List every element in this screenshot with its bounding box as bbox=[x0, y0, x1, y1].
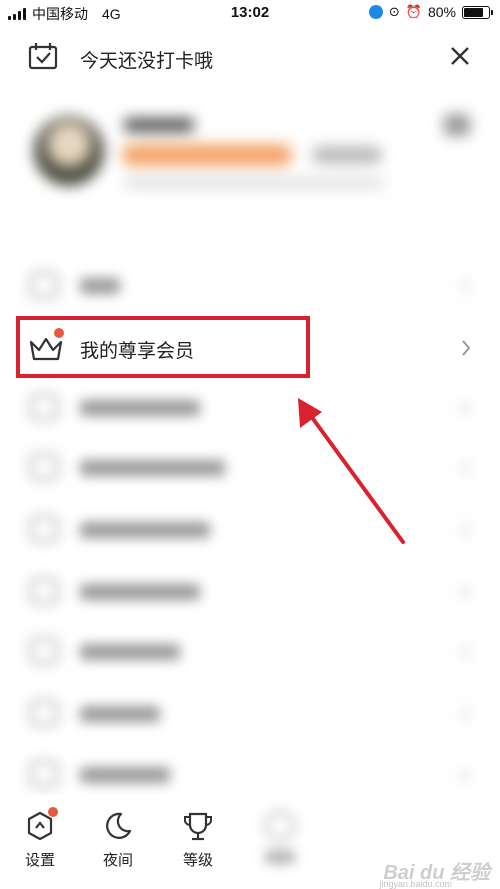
menu-row-icon bbox=[30, 454, 58, 480]
chevron-right-icon bbox=[462, 340, 471, 356]
tab-level[interactable]: 等级 bbox=[168, 809, 228, 870]
profile-info-blurred bbox=[124, 178, 384, 188]
rotation-lock-icon: ⊙ bbox=[388, 4, 400, 19]
bottom-bar: 设置 夜间 等级 Bai du 经验 jingyan.baidu.com bbox=[0, 795, 500, 889]
menu-row-text-blurred bbox=[80, 767, 170, 783]
menu-row-text-blurred bbox=[80, 584, 200, 600]
menu-row-blurred[interactable] bbox=[0, 562, 500, 622]
checkin-title[interactable]: 今天还没打卡哦 bbox=[80, 46, 213, 73]
chevron-right-icon bbox=[461, 461, 470, 475]
member-tag-blurred bbox=[312, 146, 382, 164]
battery-icon bbox=[462, 5, 493, 19]
chevron-right-icon bbox=[461, 645, 470, 659]
menu-row-icon bbox=[30, 516, 58, 542]
menu-row-icon bbox=[30, 761, 58, 787]
chevron-right-icon bbox=[461, 401, 470, 415]
menu-row-blurred[interactable] bbox=[0, 500, 500, 560]
menu-row-text-blurred bbox=[80, 278, 120, 294]
tab-night-label: 夜间 bbox=[102, 852, 133, 869]
watermark-sub: jingyan.baidu.com bbox=[379, 879, 452, 889]
tab-settings-label: 设置 bbox=[24, 852, 55, 869]
chevron-right-icon bbox=[461, 279, 470, 293]
notification-dot bbox=[48, 807, 58, 817]
menu-row-blurred[interactable] bbox=[0, 256, 500, 316]
avatar[interactable] bbox=[34, 116, 104, 186]
highlight-box bbox=[16, 316, 310, 378]
trophy-icon bbox=[184, 812, 212, 841]
tab-settings[interactable]: 设置 bbox=[10, 807, 70, 870]
close-icon[interactable] bbox=[446, 42, 474, 70]
alarm-icon: ⏰ bbox=[405, 4, 422, 19]
header: 今天还没打卡哦 bbox=[0, 36, 500, 80]
status-right: ⊙ ⏰ 80% bbox=[368, 4, 493, 20]
username-blurred bbox=[124, 118, 194, 132]
chevron-right-icon bbox=[461, 523, 470, 537]
menu-row-text-blurred bbox=[80, 706, 160, 722]
menu-row-text-blurred bbox=[80, 522, 210, 538]
menu-row-text-blurred bbox=[80, 400, 200, 416]
menu-row-icon bbox=[30, 272, 58, 298]
tab-blurred[interactable] bbox=[255, 811, 305, 875]
location-icon bbox=[368, 5, 383, 19]
chevron-right-icon bbox=[461, 585, 470, 599]
menu-row-blurred[interactable] bbox=[0, 622, 500, 682]
battery-percent: 80% bbox=[427, 4, 456, 20]
member-badge-blurred bbox=[122, 144, 292, 166]
menu-row-text-blurred bbox=[80, 644, 180, 660]
menu-row-icon bbox=[30, 638, 58, 664]
menu-row-blurred[interactable] bbox=[0, 378, 500, 438]
profile-corner-icon[interactable] bbox=[444, 114, 470, 136]
menu-row-blurred[interactable] bbox=[0, 438, 500, 498]
chevron-right-icon bbox=[461, 707, 470, 721]
tab-night-mode[interactable]: 夜间 bbox=[88, 809, 148, 870]
tab-level-label: 等级 bbox=[182, 852, 213, 869]
menu-row-icon bbox=[30, 394, 58, 420]
chevron-right-icon bbox=[461, 768, 470, 782]
menu-row-icon bbox=[30, 578, 58, 604]
menu-row-blurred[interactable] bbox=[0, 684, 500, 744]
menu-row-icon bbox=[30, 700, 58, 726]
calendar-check-icon[interactable] bbox=[28, 42, 58, 70]
profile-section[interactable] bbox=[0, 110, 500, 220]
status-bar: 中国移动 4G 13:02 ⊙ ⏰ 80% bbox=[0, 0, 500, 26]
menu-row-text-blurred bbox=[80, 460, 225, 476]
moon-icon bbox=[106, 812, 132, 839]
